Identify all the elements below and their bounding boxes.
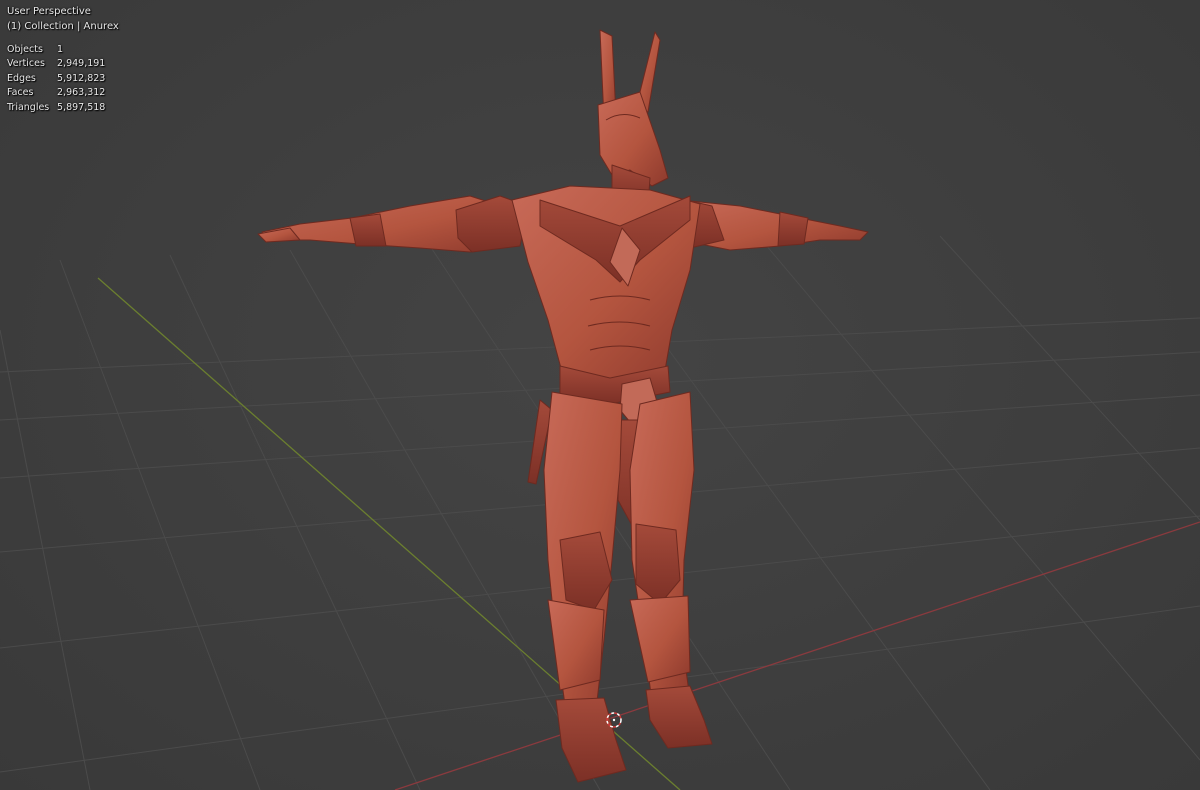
stat-value: 2,949,191 <box>57 58 106 70</box>
stat-label: Edges <box>7 72 36 84</box>
collection-label: (1) Collection | Anurex <box>7 21 119 32</box>
stat-label: Objects <box>7 44 43 55</box>
anurex-model[interactable] <box>257 29 869 783</box>
stat-value: 2,963,312 <box>57 87 106 99</box>
scene-statistics: Objects 1 Vertices 2,949,191 Edges 5,912… <box>7 43 105 115</box>
stat-value: 5,897,518 <box>57 101 106 113</box>
stat-row-edges: Edges 5,912,823 <box>7 72 105 86</box>
stat-label: Triangles <box>7 101 50 113</box>
stat-label: Faces <box>7 87 34 99</box>
stat-label: Vertices <box>7 58 45 70</box>
stat-row-vertices: Vertices 2,949,191 <box>7 57 105 71</box>
stat-row-faces: Faces 2,963,312 <box>7 86 105 100</box>
stat-value: 5,912,823 <box>57 72 106 84</box>
stat-row-objects: Objects 1 <box>7 43 105 57</box>
stat-value: 1 <box>57 44 64 55</box>
viewport-canvas[interactable] <box>0 0 1200 790</box>
x-axis-line <box>394 521 1200 790</box>
viewport-title: User Perspective <box>7 6 91 17</box>
stat-row-triangles: Triangles 5,897,518 <box>7 101 105 115</box>
3d-viewport[interactable]: User Perspective (1) Collection | Anurex… <box>0 0 1200 790</box>
